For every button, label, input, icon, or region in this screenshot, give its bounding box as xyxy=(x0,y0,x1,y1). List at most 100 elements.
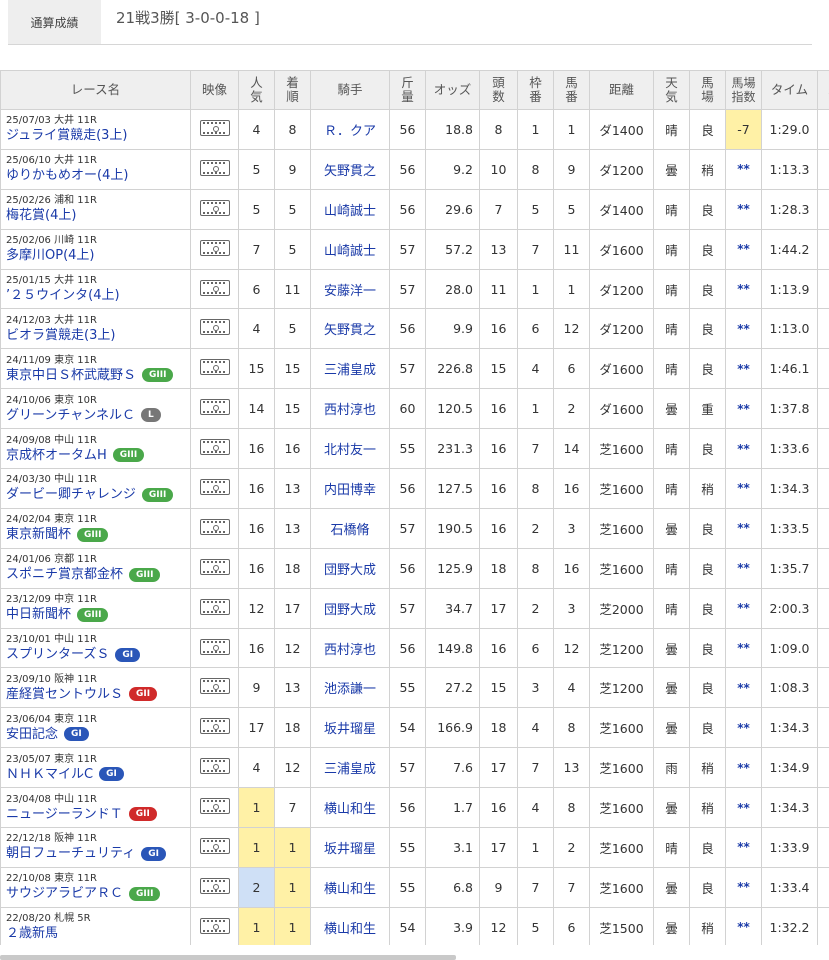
video-icon[interactable] xyxy=(199,837,230,854)
race-name-link[interactable]: 多摩川OP(4上) xyxy=(6,247,95,264)
jockey-link[interactable]: 安藤洋一 xyxy=(310,268,390,310)
jockey-link[interactable]: 三浦皇成 xyxy=(310,747,390,789)
header-odds: オッズ xyxy=(425,70,480,110)
time-cell: 1:34.3 xyxy=(761,787,818,829)
race-name-link[interactable]: ’２５ウインタ(4上) xyxy=(6,287,120,304)
frame-cell: 7 xyxy=(517,866,554,908)
video-icon[interactable] xyxy=(199,718,230,735)
jockey-link[interactable]: 石橋脩 xyxy=(310,507,390,549)
race-results-table-container[interactable]: レース名映像人気着順騎手斤量オッズ頭数枠番馬番距離天気馬場馬場指数タイム差 25… xyxy=(0,70,829,945)
header-text-line: 馬場 xyxy=(731,76,756,90)
race-cell: 22/08/20 札幌 5R ２歳新馬 xyxy=(0,906,191,945)
video-icon[interactable] xyxy=(199,798,230,815)
race-name-link[interactable]: サウジアラビアＲＣ xyxy=(6,885,123,902)
video-icon[interactable] xyxy=(199,638,230,655)
video-icon[interactable] xyxy=(199,439,230,456)
jockey-link[interactable]: 団野大成 xyxy=(310,547,390,589)
video-icon[interactable] xyxy=(199,917,230,934)
race-name-link[interactable]: 安田記念 xyxy=(6,726,58,743)
video-icon[interactable] xyxy=(199,119,230,136)
header-horse-number: 馬番 xyxy=(553,70,590,110)
jockey-link[interactable]: 山崎誠士 xyxy=(310,188,390,230)
video-icon[interactable] xyxy=(199,319,230,336)
jockey-link[interactable]: 西村淳也 xyxy=(310,388,390,430)
race-name-link[interactable]: ジュライ賞競走(3上) xyxy=(6,127,128,144)
track-index-cell: ** xyxy=(725,308,762,350)
field-size-cell: 15 xyxy=(479,667,518,709)
jockey-link[interactable]: 矢野貫之 xyxy=(310,148,390,190)
race-name-link[interactable]: ダービー卿チャレンジ xyxy=(6,486,136,503)
summary-value: 21戦3勝[ 3-0-0-18 ] xyxy=(116,9,260,27)
jockey-link[interactable]: 山崎誠士 xyxy=(310,228,390,270)
margin-cell: 1 xyxy=(817,348,829,390)
video-icon[interactable] xyxy=(199,279,230,296)
jockey-link[interactable]: 北村友一 xyxy=(310,428,390,470)
video-icon[interactable] xyxy=(199,758,230,775)
video-icon[interactable] xyxy=(199,239,230,256)
jockey-link[interactable]: 坂井瑠星 xyxy=(310,827,390,868)
table-row: 25/02/26 浦和 11R 梅花賞(4上) 5 5 山崎誠士 56 29.6 7 5 5 ダ14… xyxy=(0,188,829,230)
video-icon[interactable] xyxy=(199,359,230,376)
race-date-venue: 24/11/09 東京 11R xyxy=(6,354,97,366)
video-icon[interactable] xyxy=(199,678,230,695)
margin-cell xyxy=(817,148,829,190)
video-icon[interactable] xyxy=(199,558,230,575)
jockey-link[interactable]: Ｒ．クア xyxy=(310,109,390,150)
weather-cell: 晴 xyxy=(653,468,690,509)
jockey-link[interactable]: 池添謙一 xyxy=(310,667,390,709)
margin-cell xyxy=(817,308,829,350)
odds-cell: 127.5 xyxy=(425,468,480,509)
field-size-cell: 17 xyxy=(479,587,518,629)
race-name-link[interactable]: スプリンターズＳ xyxy=(6,646,109,663)
race-name-link[interactable]: 産経賞セントウルＳ xyxy=(6,686,123,703)
jockey-link[interactable]: 坂井瑠星 xyxy=(310,707,390,749)
finish-cell: 13 xyxy=(274,667,311,709)
video-icon[interactable] xyxy=(199,598,230,615)
time-cell: 1:46.1 xyxy=(761,348,818,390)
race-name-link[interactable]: ニュージーランドＴ xyxy=(6,806,123,823)
header-time: タイム xyxy=(761,70,818,110)
jockey-link[interactable]: 矢野貫之 xyxy=(310,308,390,350)
frame-cell: 8 xyxy=(517,468,554,509)
video-cell xyxy=(190,667,239,709)
race-name-link[interactable]: 東京新聞杯 xyxy=(6,526,71,543)
popularity-cell: 1 xyxy=(238,906,275,945)
horse-number-cell: 12 xyxy=(553,627,590,669)
race-name-link[interactable]: ＮＨＫマイルC xyxy=(6,766,93,783)
video-icon[interactable] xyxy=(199,518,230,535)
jockey-link[interactable]: 三浦皇成 xyxy=(310,348,390,390)
horizontal-scrollbar[interactable] xyxy=(0,955,456,960)
video-icon[interactable] xyxy=(199,159,230,176)
jockey-link[interactable]: 内田博幸 xyxy=(310,468,390,509)
jockey-link[interactable]: 横山和生 xyxy=(310,866,390,908)
jockey-link[interactable]: 横山和生 xyxy=(310,787,390,829)
header-text-line: 番 xyxy=(565,89,578,104)
race-name-link[interactable]: 東京中日Ｓ杯武蔵野Ｓ xyxy=(6,367,136,384)
jockey-link[interactable]: 団野大成 xyxy=(310,587,390,629)
video-icon[interactable] xyxy=(199,399,230,416)
weight-cell: 55 xyxy=(389,827,426,868)
video-icon[interactable] xyxy=(199,478,230,495)
track-condition-cell: 稍 xyxy=(689,468,726,509)
race-name-link[interactable]: ゆりかもめオー(4上) xyxy=(6,167,128,184)
table-row: 23/04/08 中山 11R ニュージーランドＴ GII 1 7 横山和生 56 1.7 16… xyxy=(0,787,829,829)
race-name-link[interactable]: 中日新聞杯 xyxy=(6,606,71,623)
jockey-link[interactable]: 横山和生 xyxy=(310,906,390,945)
track-condition-cell: 良 xyxy=(689,348,726,390)
track-index-cell: ** xyxy=(725,388,762,430)
race-name-link[interactable]: グリーンチャンネルＣ xyxy=(6,407,135,424)
race-name-link[interactable]: ビオラ賞競走(3上) xyxy=(6,327,115,344)
margin-cell xyxy=(817,428,829,470)
race-name-link[interactable]: ２歳新馬 xyxy=(6,925,58,942)
race-name-link[interactable]: 朝日フューチュリティ xyxy=(6,845,135,862)
race-name-link[interactable]: 京成杯オータムH xyxy=(6,447,107,464)
field-size-cell: 10 xyxy=(479,148,518,190)
frame-cell: 8 xyxy=(517,547,554,589)
header-text-line: 頭 xyxy=(492,75,505,90)
race-name-link[interactable]: スポニチ賞京都金杯 xyxy=(6,566,123,583)
race-name-row: ゆりかもめオー(4上) xyxy=(6,167,190,184)
jockey-link[interactable]: 西村淳也 xyxy=(310,627,390,669)
race-name-link[interactable]: 梅花賞(4上) xyxy=(6,207,76,224)
video-icon[interactable] xyxy=(199,199,230,216)
video-icon[interactable] xyxy=(199,877,230,894)
